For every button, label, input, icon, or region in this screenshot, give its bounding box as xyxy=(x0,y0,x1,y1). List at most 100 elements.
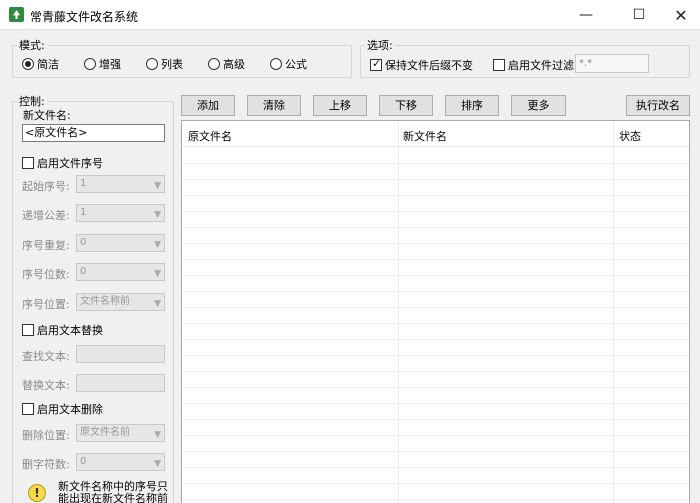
start-seq-select[interactable]: 1 ▼ xyxy=(76,175,165,193)
step-select[interactable]: 1 ▼ xyxy=(76,204,165,222)
seq-pos-select[interactable]: 文件名称前 ▼ xyxy=(76,293,165,311)
row-line xyxy=(182,435,689,436)
keep-ext-checkbox[interactable]: 保持文件后缀不变 xyxy=(370,57,473,73)
mode-formula-label: 公式 xyxy=(285,58,307,71)
seq-pos-value: 文件名称前 xyxy=(80,296,130,307)
row-line xyxy=(182,451,689,452)
row-line xyxy=(182,227,689,228)
maximize-button[interactable]: ☐ xyxy=(616,0,662,30)
options-legend: 选项: xyxy=(367,39,393,52)
row-line xyxy=(182,323,689,324)
keep-ext-label: 保持文件后缀不变 xyxy=(385,59,473,72)
row-line xyxy=(182,499,689,500)
row-line xyxy=(182,339,689,340)
clear-button[interactable]: 清除 xyxy=(247,95,301,116)
move-down-button[interactable]: 下移 xyxy=(379,95,433,116)
mode-advanced-label: 高级 xyxy=(223,58,245,71)
step-value: 1 xyxy=(80,207,87,218)
start-seq-label: 起始序号: xyxy=(22,180,70,193)
row-line xyxy=(182,483,689,484)
enable-seq-label: 启用文件序号 xyxy=(37,157,103,170)
col-new-name[interactable]: 新文件名 xyxy=(403,128,447,144)
row-line xyxy=(182,163,689,164)
execute-rename-button[interactable]: 执行改名 xyxy=(626,95,690,116)
col-status[interactable]: 状态 xyxy=(619,128,641,144)
tip-line-2: 能出现在新文件名称前 xyxy=(58,492,168,503)
row-line xyxy=(182,419,689,420)
repeat-select[interactable]: 0 ▼ xyxy=(76,234,165,252)
row-line xyxy=(182,387,689,388)
chevron-down-icon: ▼ xyxy=(154,210,161,220)
replace-label: 替换文本: xyxy=(22,379,70,392)
enable-filter-label: 启用文件过滤 xyxy=(508,59,574,72)
digits-label: 序号位数: xyxy=(22,268,70,281)
chevron-down-icon: ▼ xyxy=(154,430,161,440)
tip-text: 新文件名称中的序号只 能出现在新文件名称前 xyxy=(58,481,170,503)
mode-radio-simple[interactable]: 简洁 xyxy=(22,56,59,72)
row-line xyxy=(182,467,689,468)
repeat-label: 序号重复: xyxy=(22,239,70,252)
enable-seq-checkbox[interactable]: 启用文件序号 xyxy=(22,155,103,171)
enable-replace-label: 启用文本替换 xyxy=(37,324,103,337)
title-bar: 常青藤文件改名系统 — ☐ ✕ xyxy=(0,0,700,30)
checkbox-icon xyxy=(22,324,34,336)
sort-button[interactable]: 排序 xyxy=(445,95,499,116)
row-line xyxy=(182,403,689,404)
find-input[interactable] xyxy=(76,345,165,363)
minimize-button[interactable]: — xyxy=(563,0,609,30)
enable-replace-checkbox[interactable]: 启用文本替换 xyxy=(22,322,103,338)
warning-icon: ! xyxy=(28,484,46,502)
mode-simple-label: 简洁 xyxy=(37,58,59,71)
digits-select[interactable]: 0 ▼ xyxy=(76,263,165,281)
del-pos-label: 删除位置: xyxy=(22,429,70,442)
app-logo-icon xyxy=(9,7,24,22)
enable-delete-checkbox[interactable]: 启用文本删除 xyxy=(22,401,103,417)
mode-legend: 模式: xyxy=(19,39,45,52)
new-name-label: 新文件名: xyxy=(23,109,71,122)
del-count-value: 0 xyxy=(80,456,87,467)
mode-radio-enhanced[interactable]: 增强 xyxy=(84,56,121,72)
file-list-grid[interactable]: 原文件名 新文件名 状态 xyxy=(181,120,690,503)
chevron-down-icon: ▼ xyxy=(154,299,161,309)
del-pos-select[interactable]: 原文件名前 ▼ xyxy=(76,424,165,442)
del-count-select[interactable]: 0 ▼ xyxy=(76,453,165,471)
add-button[interactable]: 添加 xyxy=(181,95,235,116)
row-line xyxy=(182,291,689,292)
col-original-name[interactable]: 原文件名 xyxy=(188,128,232,144)
radio-icon xyxy=(84,58,96,70)
row-line xyxy=(182,275,689,276)
mode-enhanced-label: 增强 xyxy=(99,58,121,71)
checkbox-icon xyxy=(493,59,505,71)
move-up-button[interactable]: 上移 xyxy=(313,95,367,116)
chevron-down-icon: ▼ xyxy=(154,459,161,469)
mode-radio-formula[interactable]: 公式 xyxy=(270,56,307,72)
replace-input[interactable] xyxy=(76,374,165,392)
row-line xyxy=(182,355,689,356)
enable-delete-label: 启用文本删除 xyxy=(37,403,103,416)
del-pos-value: 原文件名前 xyxy=(80,427,130,438)
find-label: 查找文本: xyxy=(22,350,70,363)
row-line xyxy=(182,195,689,196)
row-line xyxy=(182,307,689,308)
enable-filter-checkbox[interactable]: 启用文件过滤 xyxy=(493,57,574,73)
row-line xyxy=(182,371,689,372)
radio-icon xyxy=(146,58,158,70)
mode-list-label: 列表 xyxy=(161,58,183,71)
start-seq-value: 1 xyxy=(80,178,87,189)
chevron-down-icon: ▼ xyxy=(154,181,161,191)
chevron-down-icon: ▼ xyxy=(154,240,161,250)
checkbox-icon xyxy=(22,157,34,169)
chevron-down-icon: ▼ xyxy=(154,269,161,279)
checkbox-icon xyxy=(22,403,34,415)
window-title: 常青藤文件改名系统 xyxy=(30,10,139,24)
row-line xyxy=(182,259,689,260)
mode-radio-list[interactable]: 列表 xyxy=(146,56,183,72)
new-name-input[interactable]: <原文件名> xyxy=(22,124,165,142)
digits-value: 0 xyxy=(80,266,87,277)
more-button[interactable]: 更多 xyxy=(511,95,566,116)
close-button[interactable]: ✕ xyxy=(658,0,700,30)
filter-input[interactable]: *.* xyxy=(575,54,649,73)
radio-icon xyxy=(208,58,220,70)
mode-radio-advanced[interactable]: 高级 xyxy=(208,56,245,72)
checkbox-checked-icon xyxy=(370,57,382,71)
